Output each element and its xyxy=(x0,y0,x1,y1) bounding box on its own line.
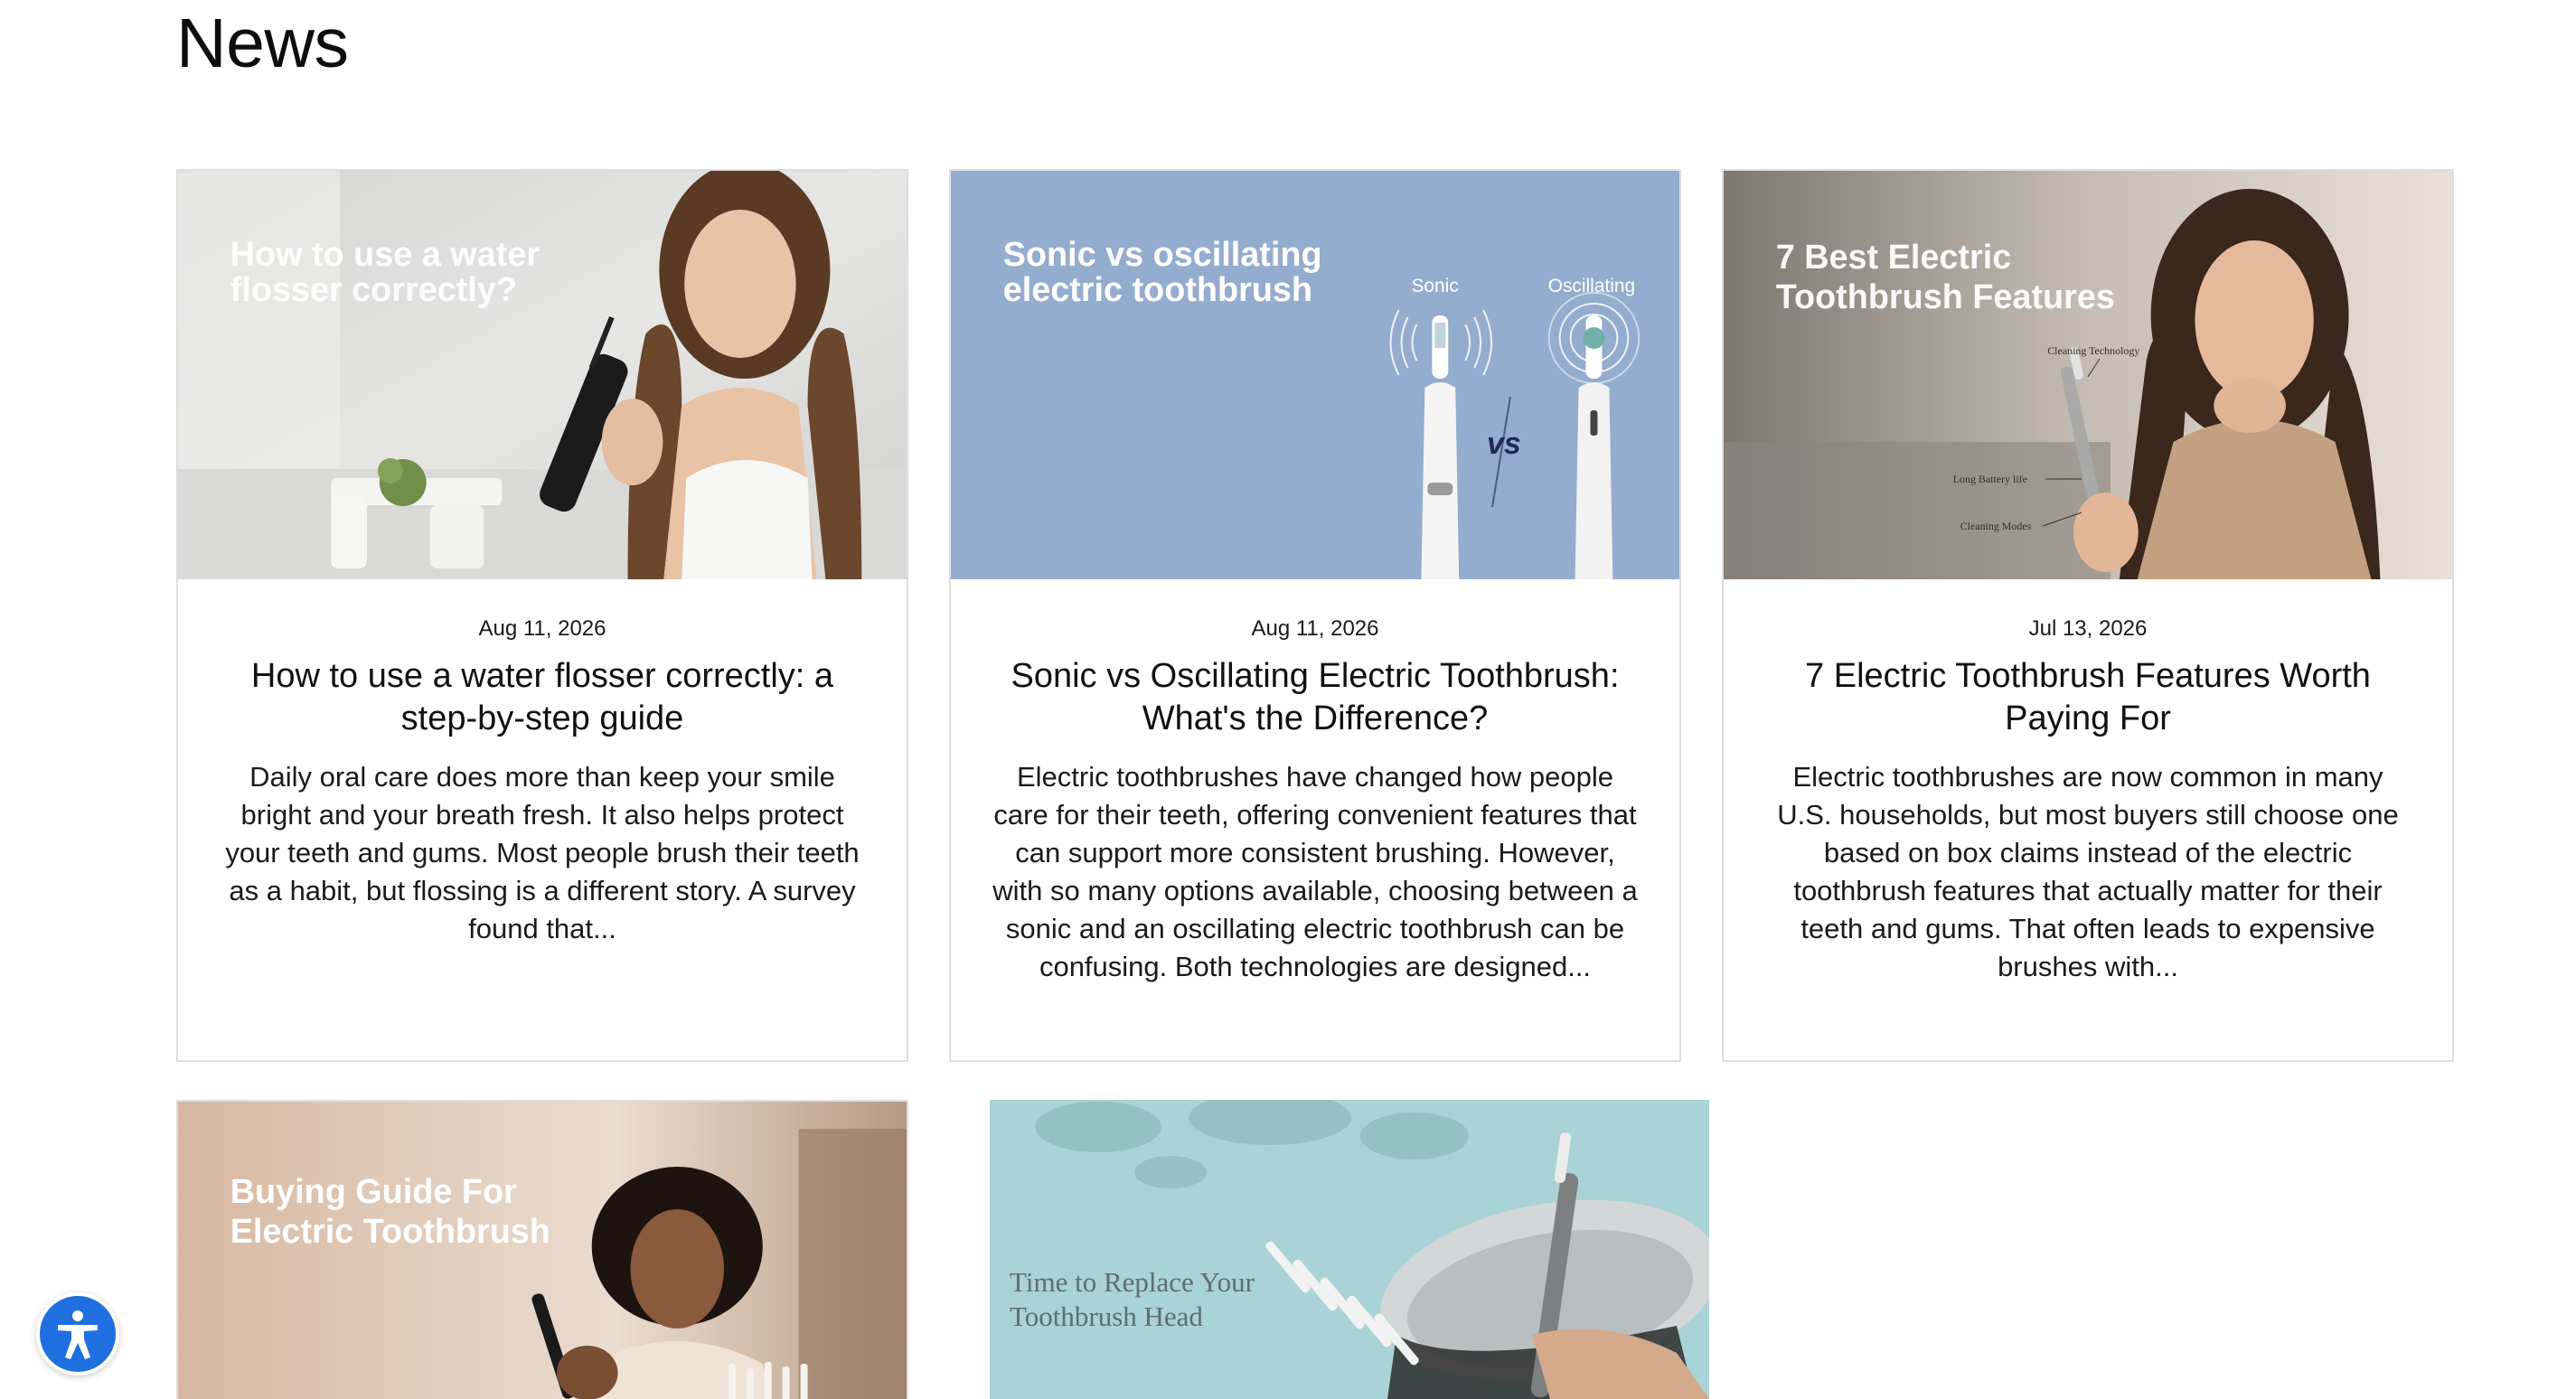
image-headline-line2: electric toothbrush xyxy=(1003,271,1312,309)
news-card-replace-head[interactable]: Time to Replace Your Toothbrush Head xyxy=(990,1100,1709,1399)
post-date: Jul 13, 2026 xyxy=(2028,616,2148,641)
post-excerpt: Daily oral care does more than keep your… xyxy=(225,761,860,944)
feature-label-cleaning-technology: Cleaning Technology xyxy=(2047,344,2139,357)
water-flosser-image: How to use a water flosser correctly? xyxy=(178,171,907,579)
feature-label-battery: Long Battery life xyxy=(1953,473,2027,485)
sonic-vs-oscillating-image: Sonic vs oscillating electric toothbrush… xyxy=(951,171,1679,579)
vs-label: vs xyxy=(1487,427,1521,461)
sonic-label: Sonic xyxy=(1411,276,1458,296)
toothbrush-features-image: 7 Best Electric Toothbrush Features Clea… xyxy=(1724,171,2452,579)
post-excerpt: Electric toothbrushes are now common in … xyxy=(1777,761,2399,982)
image-headline-line1: Time to Replace Your xyxy=(1010,1266,1255,1298)
post-title[interactable]: How to use a water flosser correctly: a … xyxy=(218,655,867,740)
page-title: News xyxy=(176,5,349,82)
news-card-image[interactable]: Time to Replace Your Toothbrush Head xyxy=(990,1100,1709,1399)
news-card-image[interactable]: How to use a water flosser correctly? xyxy=(178,171,907,579)
image-headline-line2: Electric Toothbrush xyxy=(230,1213,550,1251)
news-card-toothbrush-features[interactable]: 7 Best Electric Toothbrush Features Clea… xyxy=(1722,169,2454,1062)
news-card-water-flosser[interactable]: How to use a water flosser correctly? Au… xyxy=(176,169,908,1062)
post-date: Aug 11, 2026 xyxy=(478,616,606,641)
news-card-sonic-vs-oscillating[interactable]: Sonic vs oscillating electric toothbrush… xyxy=(949,169,1681,1062)
buying-guide-image: Buying Guide For Electric Toothbrush xyxy=(178,1102,907,1399)
accessibility-button[interactable] xyxy=(36,1292,119,1376)
news-card-image[interactable]: Sonic vs oscillating electric toothbrush… xyxy=(951,171,1679,579)
news-card-buying-guide[interactable]: Buying Guide For Electric Toothbrush xyxy=(176,1100,908,1399)
post-date: Aug 11, 2026 xyxy=(1251,616,1379,641)
post-title[interactable]: Sonic vs Oscillating Electric Toothbrush… xyxy=(991,655,1640,740)
image-headline-line1: Buying Guide For xyxy=(230,1173,517,1211)
image-headline-line2: Toothbrush Features xyxy=(1776,278,2115,316)
feature-label-modes: Cleaning Modes xyxy=(1960,520,2032,532)
post-excerpt: Electric toothbrushes have changed how p… xyxy=(992,761,1638,982)
post-title[interactable]: 7 Electric Toothbrush Features Worth Pay… xyxy=(1763,655,2412,740)
news-card-image[interactable]: 7 Best Electric Toothbrush Features Clea… xyxy=(1724,171,2452,579)
news-card-image[interactable]: Buying Guide For Electric Toothbrush xyxy=(178,1102,907,1399)
accessibility-icon xyxy=(58,1310,98,1359)
replace-head-image: Time to Replace Your Toothbrush Head xyxy=(990,1100,1709,1399)
image-headline-line1: Sonic vs oscillating xyxy=(1003,236,1322,274)
image-headline-line1: 7 Best Electric xyxy=(1776,239,2012,277)
image-headline-line2: flosser correctly? xyxy=(230,271,517,309)
image-headline-line2: Toothbrush Head xyxy=(1010,1300,1203,1332)
image-headline-line1: How to use a water xyxy=(230,236,541,274)
